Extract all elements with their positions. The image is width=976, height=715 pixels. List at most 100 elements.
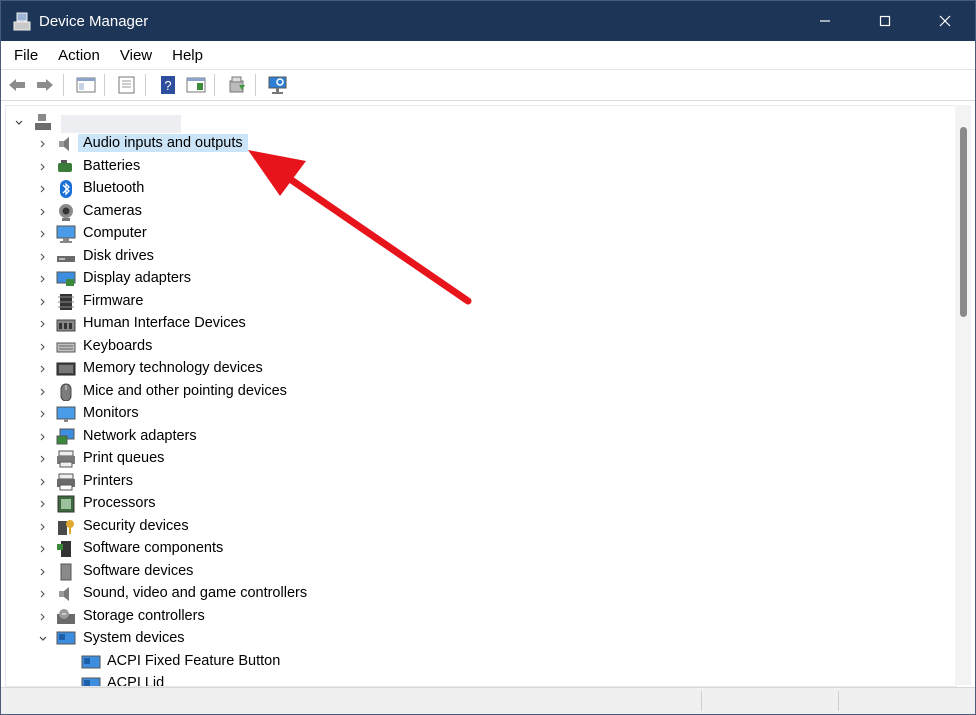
- software-component-icon: [57, 541, 71, 557]
- keyboard-icon: [56, 342, 76, 352]
- title-bar[interactable]: Device Manager: [1, 1, 975, 41]
- scan-hardware-icon: [268, 76, 287, 94]
- device-category-label[interactable]: System devices: [83, 630, 185, 646]
- chevron-right-icon[interactable]: [38, 499, 48, 509]
- update-driver-button[interactable]: [225, 73, 249, 97]
- minimize-icon: [820, 20, 830, 22]
- device-manager-window: Device Manager File Action View Help ? A…: [0, 0, 976, 715]
- menu-help[interactable]: Help: [172, 47, 203, 64]
- device-category-label[interactable]: Mice and other pointing devices: [83, 383, 287, 399]
- maximize-icon: [879, 15, 891, 27]
- chevron-right-icon[interactable]: [38, 477, 48, 487]
- chevron-right-icon[interactable]: [38, 139, 48, 149]
- maximize-button[interactable]: [855, 1, 915, 41]
- device-category-label[interactable]: Computer: [83, 225, 147, 241]
- device-category-label[interactable]: Processors: [83, 495, 156, 511]
- back-arrow-icon: [9, 79, 25, 91]
- menu-view[interactable]: View: [120, 47, 152, 64]
- chevron-down-icon[interactable]: [14, 118, 24, 128]
- display-adapter-icon: [56, 271, 76, 286]
- device-category-label[interactable]: Disk drives: [83, 248, 154, 264]
- scan-hardware-button[interactable]: [266, 73, 290, 97]
- chevron-right-icon[interactable]: [38, 567, 48, 577]
- storage-icon: [57, 608, 75, 624]
- chevron-right-icon[interactable]: [38, 589, 48, 599]
- chevron-right-icon[interactable]: [38, 252, 48, 262]
- device-category-label[interactable]: Software components: [83, 540, 223, 556]
- close-icon: [939, 15, 951, 27]
- security-icon: [58, 519, 74, 535]
- device-category-label[interactable]: Bluetooth: [83, 180, 144, 196]
- device-category-label[interactable]: Keyboards: [83, 338, 152, 354]
- device-category-label[interactable]: Cameras: [83, 203, 142, 219]
- system-device-label[interactable]: ACPI Lid: [107, 675, 164, 686]
- vertical-scrollbar[interactable]: [955, 105, 971, 685]
- chevron-right-icon[interactable]: [38, 319, 48, 329]
- device-category-label[interactable]: Display adapters: [83, 270, 191, 286]
- help-icon: ?: [161, 76, 175, 94]
- device-category-label[interactable]: Memory technology devices: [83, 360, 263, 376]
- printer-icon: [57, 473, 75, 490]
- status-bar-divider: [838, 691, 839, 711]
- disk-drive-icon: [57, 255, 75, 262]
- chevron-right-icon[interactable]: [38, 522, 48, 532]
- device-category-label[interactable]: Print queues: [83, 450, 164, 466]
- forward-button[interactable]: [33, 73, 57, 97]
- toolbar-separator: [255, 74, 256, 96]
- window-title: Device Manager: [39, 12, 149, 30]
- console-tree-icon: [76, 77, 96, 93]
- chevron-right-icon[interactable]: [38, 162, 48, 172]
- device-tree[interactable]: Audio inputs and outputs Batteries Bluetoo…: [5, 105, 957, 687]
- chevron-right-icon[interactable]: [38, 207, 48, 217]
- chevron-right-icon[interactable]: [38, 229, 48, 239]
- battery-icon: [58, 159, 72, 172]
- device-category-label[interactable]: Storage controllers: [83, 608, 205, 624]
- scrollbar-thumb[interactable]: [960, 127, 967, 317]
- system-devices-icon: [56, 631, 76, 645]
- help-button[interactable]: ?: [156, 73, 180, 97]
- show-hide-console-tree-button[interactable]: [74, 73, 98, 97]
- network-icon: [56, 428, 75, 444]
- toolbar-separator: [214, 74, 215, 96]
- chevron-right-icon[interactable]: [38, 387, 48, 397]
- update-driver-icon: [229, 76, 245, 93]
- minimize-button[interactable]: [795, 1, 855, 41]
- chevron-right-icon[interactable]: [38, 364, 48, 374]
- chevron-right-icon[interactable]: [38, 184, 48, 194]
- device-category-label[interactable]: Audio inputs and outputs: [78, 134, 248, 152]
- device-category-label[interactable]: Batteries: [83, 158, 140, 174]
- system-device-label[interactable]: ACPI Fixed Feature Button: [107, 653, 280, 669]
- status-bar-divider: [701, 691, 702, 711]
- toolbar-separator: [104, 74, 105, 96]
- close-button[interactable]: [915, 1, 975, 41]
- toolbar-separator: [145, 74, 146, 96]
- device-category-label[interactable]: Firmware: [83, 293, 143, 309]
- device-category-label[interactable]: Software devices: [83, 563, 193, 579]
- menu-action[interactable]: Action: [58, 47, 100, 64]
- device-category-label[interactable]: Security devices: [83, 518, 189, 534]
- software-device-icon: [60, 563, 72, 580]
- chevron-right-icon[interactable]: [38, 612, 48, 622]
- chevron-right-icon[interactable]: [38, 297, 48, 307]
- chevron-right-icon[interactable]: [38, 454, 48, 464]
- properties-button[interactable]: [115, 73, 139, 97]
- device-category-label[interactable]: Monitors: [83, 405, 139, 421]
- menu-file[interactable]: File: [14, 47, 38, 64]
- chevron-right-icon[interactable]: [38, 544, 48, 554]
- chevron-down-icon[interactable]: [38, 634, 48, 644]
- camera-icon: [59, 203, 73, 221]
- computer-name[interactable]: [61, 115, 181, 133]
- hid-icon: [56, 319, 76, 332]
- details-view-button[interactable]: [184, 73, 208, 97]
- back-button[interactable]: [5, 73, 29, 97]
- chevron-right-icon[interactable]: [38, 342, 48, 352]
- chevron-right-icon[interactable]: [38, 274, 48, 284]
- device-category-label[interactable]: Network adapters: [83, 428, 197, 444]
- chevron-right-icon[interactable]: [38, 432, 48, 442]
- device-category-label[interactable]: Printers: [83, 473, 133, 489]
- forward-arrow-icon: [37, 79, 53, 91]
- chevron-right-icon[interactable]: [38, 409, 48, 419]
- device-category-label[interactable]: Human Interface Devices: [83, 315, 246, 331]
- device-category-label[interactable]: Sound, video and game controllers: [83, 585, 307, 601]
- menu-bar: File Action View Help: [1, 41, 975, 69]
